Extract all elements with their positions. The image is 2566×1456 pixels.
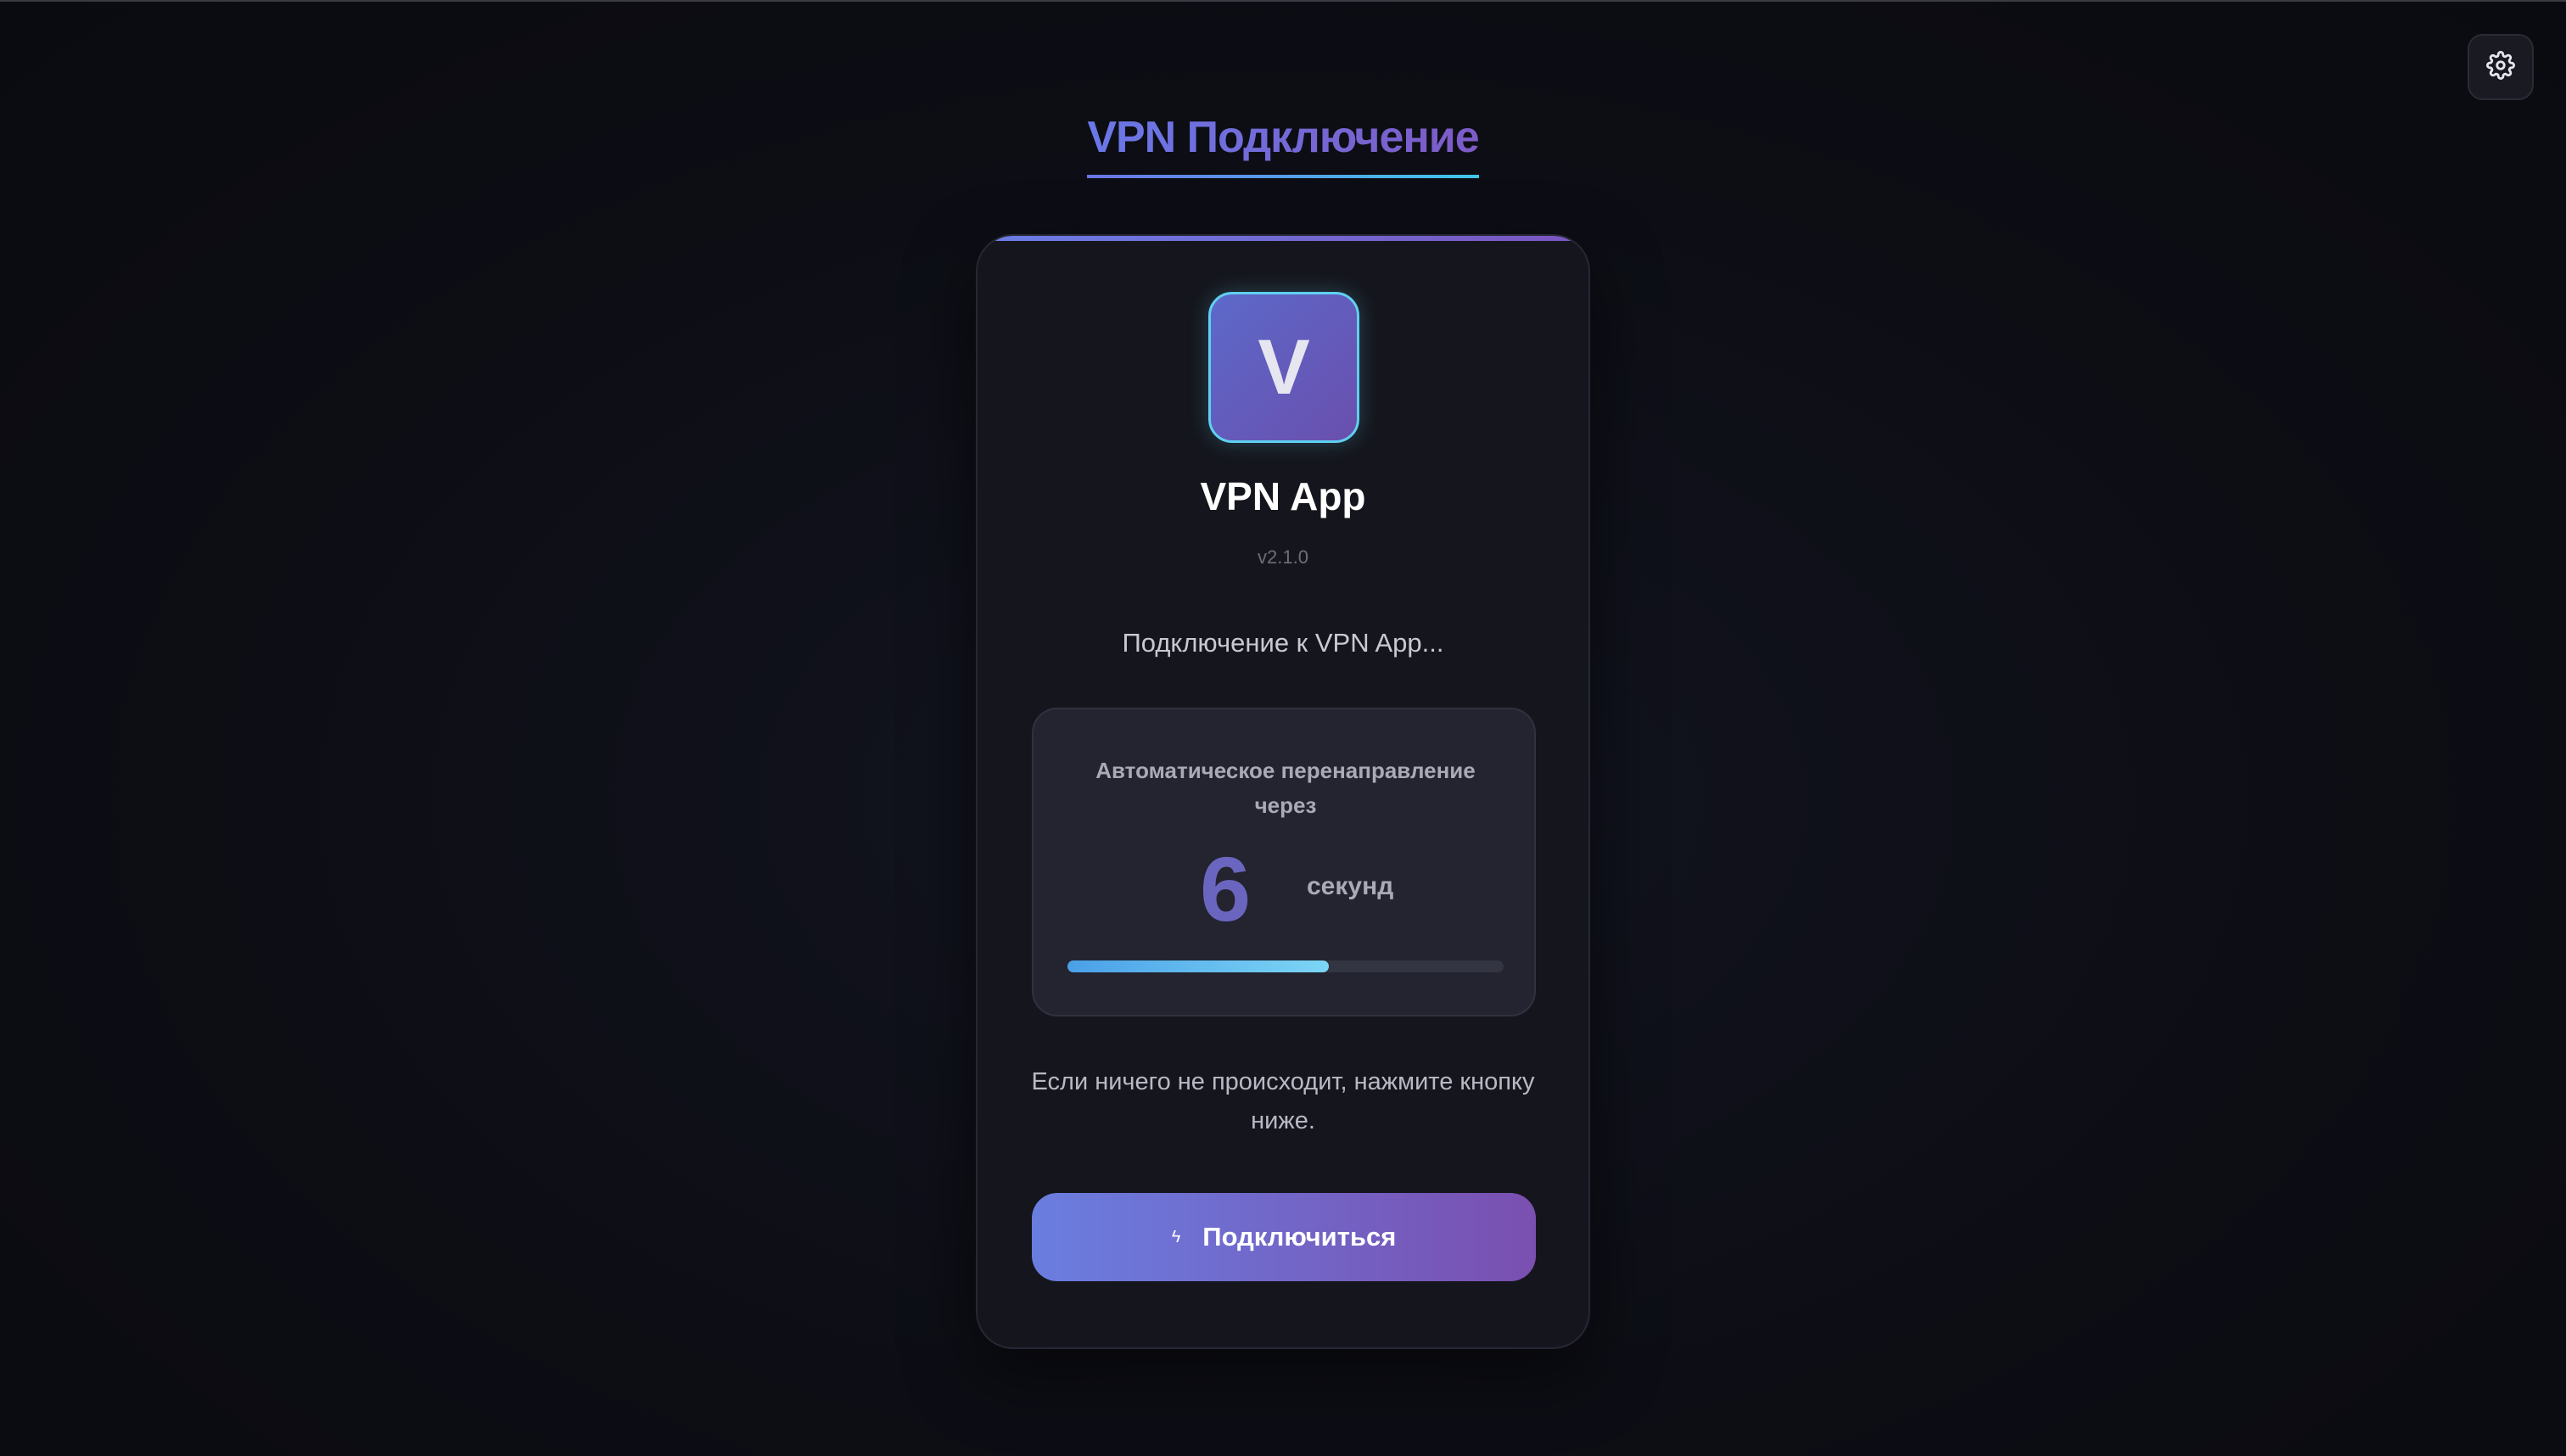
redirect-progress-track [1067,960,1504,972]
redirect-progress-fill [1067,960,1330,972]
logo-letter: V [1258,324,1310,411]
page-title-wrap: VPN Подключение [0,112,2566,178]
connect-button[interactable]: ϟ Подключиться [1032,1193,1536,1281]
connection-card: V VPN App v2.1.0 Подключение к VPN App..… [976,234,1590,1349]
seconds-label: секунд [1307,872,1394,900]
countdown-number: 6 [1200,837,1252,940]
window-top-border [0,0,2566,2]
page-title: VPN Подключение [1087,112,1480,178]
app-logo: V [1208,292,1359,443]
settings-button[interactable] [2468,34,2534,100]
gear-icon [2486,50,2515,84]
help-hint: Если ничего не происходит, нажмите кнопк… [1031,1068,1535,1134]
card-accent-bar [978,236,1588,241]
connection-status: Подключение к VPN App... [1122,628,1444,658]
app-name: VPN App [1200,474,1366,518]
redirect-label: Автоматическое перенаправление через [1095,758,1476,818]
connect-button-label: Подключиться [1202,1222,1397,1252]
app-version: v2.1.0 [1258,546,1308,568]
lightning-icon: ϟ [1171,1227,1181,1246]
redirect-panel: Автоматическое перенаправление через 6 с… [1032,708,1536,1016]
